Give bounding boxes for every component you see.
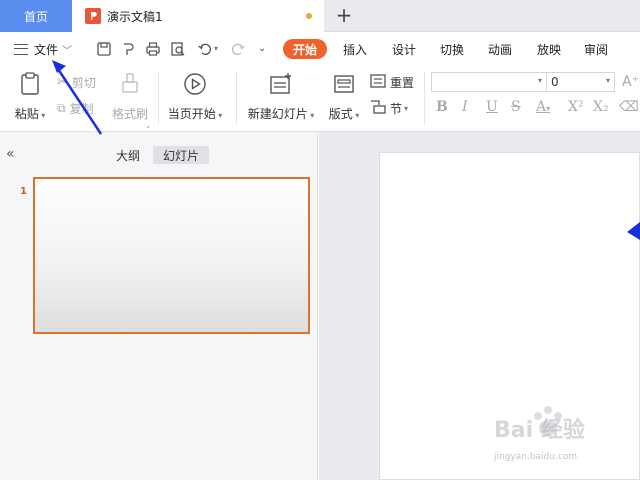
slides-pane: « 大纲 幻灯片 1 (0, 132, 318, 480)
undo-dropdown-icon[interactable]: ▾ (214, 44, 218, 53)
eraser-icon: ⌫ (619, 99, 639, 115)
reset-button[interactable]: 重置 (370, 74, 414, 91)
slide-thumbnail[interactable] (33, 177, 310, 334)
new-tab-button[interactable]: + (334, 2, 354, 28)
redo-icon (230, 41, 246, 57)
font-size-value: 0 (551, 75, 559, 89)
increase-font-icon: A⁺ (622, 74, 639, 90)
play-from-current-label: 当页开始 (167, 107, 216, 121)
cut-button[interactable]: ✂ 剪切 (57, 74, 96, 91)
copy-icon: ⧉ (57, 101, 66, 115)
layout-button[interactable]: 版式 ▾ (326, 72, 362, 122)
paste-icon (19, 72, 41, 99)
layout-label: 版式 (328, 107, 353, 121)
cut-label: 剪切 (71, 76, 96, 90)
subscript-icon: X₂ (593, 99, 609, 115)
tab-transition[interactable]: 切换 (439, 39, 465, 59)
undo-icon[interactable] (197, 41, 213, 57)
tab-animation[interactable]: 动画 (487, 39, 513, 59)
italic-icon: I (462, 99, 468, 115)
new-slide-label: 新建幻灯片 (247, 107, 308, 121)
font-size-select[interactable]: 0 ▾ (546, 72, 615, 92)
home-tab-label: 首页 (23, 9, 48, 24)
presentation-icon (85, 8, 101, 24)
ribbon-toolbar: 粘贴 ▾ ✂ 剪切 ⧉ 复制 格式刷 ⌟ 当页开始 ▾ 新建幻灯片 ▾ 版式 ▾ (0, 66, 640, 132)
tab-review[interactable]: 审阅 (583, 39, 609, 59)
menu-row: 文件 ﹀ ▾ ⌄ 开始 插入 设计 切换 动画 放映 审阅 (0, 32, 640, 66)
file-menu-button[interactable]: 文件 ﹀ (14, 40, 72, 58)
hamburger-icon (14, 43, 28, 55)
font-size-dropdown-icon: ▾ (605, 76, 610, 85)
font-name-select[interactable]: ▾ (431, 72, 547, 92)
export-icon[interactable] (120, 41, 136, 57)
new-slide-icon (268, 72, 294, 99)
chevron-down-icon: ﹀ (62, 45, 73, 57)
print-preview-icon[interactable] (170, 41, 186, 57)
new-slide-button[interactable]: 新建幻灯片 ▾ (244, 72, 318, 122)
bold-icon: B (436, 99, 448, 115)
paste-label: 粘贴 (14, 107, 39, 121)
home-tab[interactable]: 首页 (0, 0, 72, 32)
divider (236, 72, 237, 124)
section-button[interactable]: 节 ▾ (370, 100, 408, 117)
section-icon (370, 100, 386, 117)
tab-outline[interactable]: 大纲 (112, 146, 144, 164)
format-painter-button[interactable]: 格式刷 (108, 72, 152, 122)
copy-button[interactable]: ⧉ 复制 (57, 100, 94, 117)
play-from-current-button[interactable]: 当页开始 ▾ (164, 72, 226, 122)
superscript-icon: X² (568, 99, 584, 115)
watermark-url: jingyan.baidu.com (494, 452, 578, 462)
tab-slides[interactable]: 幻灯片 (153, 146, 209, 164)
document-title: 演示文稿1 (107, 9, 163, 24)
unsaved-indicator (306, 13, 312, 19)
brush-icon (120, 72, 140, 99)
print-icon[interactable] (145, 41, 161, 57)
scissors-icon: ✂ (57, 75, 68, 90)
file-menu-label: 文件 (34, 42, 59, 57)
reset-icon (370, 74, 386, 91)
reset-label: 重置 (390, 76, 415, 90)
watermark: Bai 经验 (494, 418, 585, 443)
layout-icon (333, 72, 355, 99)
section-label: 节 (390, 102, 403, 116)
divider (424, 72, 425, 124)
font-color-icon: A▾ (536, 99, 551, 115)
tab-slideshow[interactable]: 放映 (536, 39, 562, 59)
tab-design[interactable]: 设计 (391, 39, 417, 59)
ribbon-tabs: 开始 插入 设计 切换 动画 放映 审阅 (283, 39, 609, 59)
clipboard-launcher-icon[interactable]: ⌟ (146, 120, 150, 129)
slide-number: 1 (20, 186, 27, 197)
copy-label: 复制 (69, 102, 94, 116)
document-tab[interactable]: 演示文稿1 (72, 0, 324, 32)
tab-insert[interactable]: 插入 (342, 39, 368, 59)
paste-button[interactable]: 粘贴 ▾ (10, 72, 50, 122)
strikethrough-icon: S (511, 99, 521, 115)
editing-canvas (319, 132, 640, 480)
format-painter-label: 格式刷 (111, 107, 148, 121)
collapse-pane-icon[interactable]: « (6, 146, 15, 162)
font-dropdown-icon: ▾ (537, 76, 542, 85)
tab-home-ribbon[interactable]: 开始 (283, 39, 327, 59)
save-icon[interactable] (96, 41, 112, 57)
play-icon (183, 72, 207, 99)
customize-toolbar-icon[interactable]: ⌄ (258, 43, 266, 54)
underline-icon: U (486, 99, 498, 115)
title-bar: 首页 演示文稿1 + (0, 0, 640, 32)
divider (158, 72, 159, 124)
plus-icon: + (335, 3, 353, 27)
